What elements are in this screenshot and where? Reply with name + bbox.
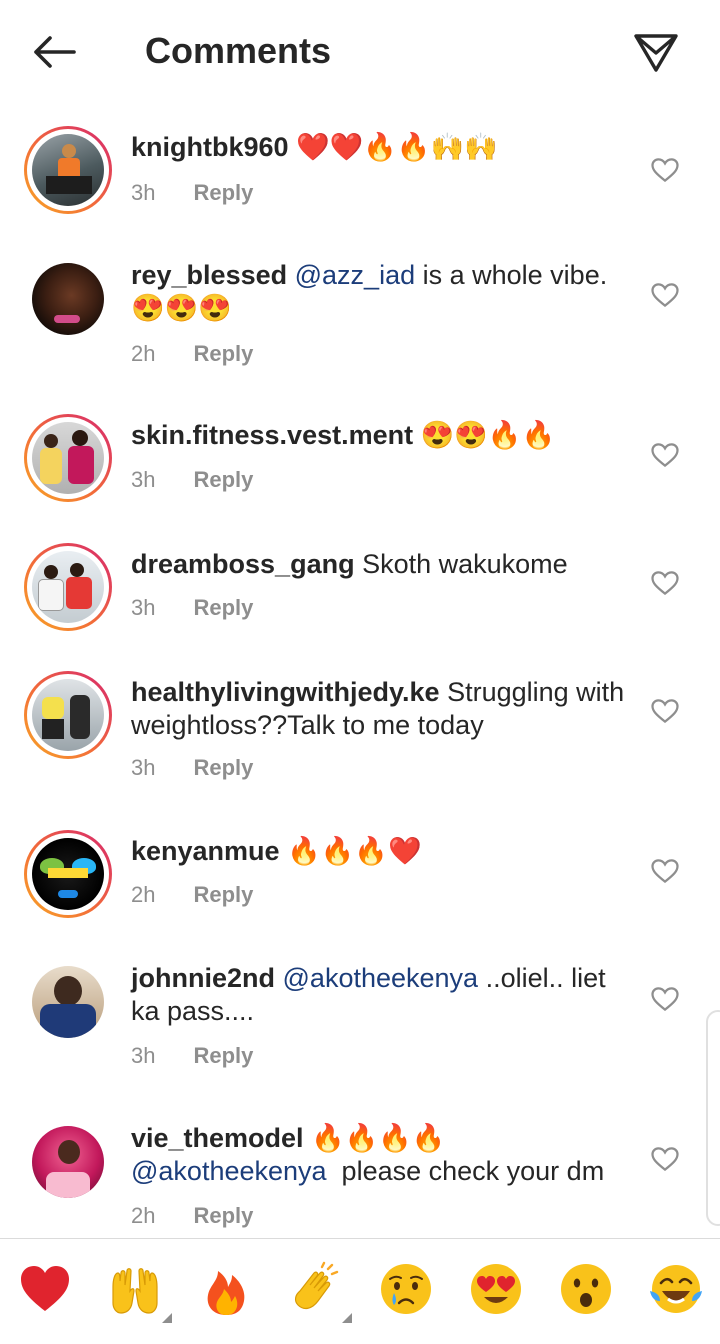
edge-panel-handle[interactable] [706, 1010, 720, 1226]
tears-of-joy-emoji-icon[interactable] [648, 1261, 704, 1317]
comment-time: 3h [131, 467, 156, 492]
comment-time: 2h [131, 341, 156, 366]
comment-emoji: 😍😍😍 [131, 293, 232, 323]
back-arrow-icon[interactable] [26, 28, 82, 76]
quick-reaction-bar [0, 1238, 720, 1344]
heart-icon[interactable] [650, 280, 680, 310]
clapping-hands-emoji-icon[interactable] [288, 1261, 344, 1317]
reply-button[interactable]: Reply [193, 467, 253, 492]
heart-icon[interactable] [650, 440, 680, 470]
page-title: Comments [145, 30, 332, 71]
avatar[interactable] [32, 1126, 104, 1198]
comment-username[interactable]: dreamboss_gang [131, 549, 355, 579]
avatar[interactable] [24, 543, 112, 631]
avatar[interactable] [24, 830, 112, 918]
heart-emoji-icon[interactable] [17, 1261, 73, 1317]
comment-text: kenyanmue 🔥🔥🔥❤️ [131, 835, 631, 868]
comment-meta: 3h Reply [131, 595, 253, 621]
comment-body: is a whole vibe. [415, 260, 608, 290]
comment-time: 3h [131, 595, 156, 620]
comment-text: rey_blessed @azz_iad is a whole vibe. 😍😍… [131, 259, 631, 325]
avatar[interactable] [32, 263, 104, 335]
top-bar: Comments [0, 0, 720, 104]
comment-meta: 3h Reply [131, 180, 253, 206]
crying-face-emoji-icon[interactable] [378, 1261, 434, 1317]
comment-emoji: ❤️❤️🔥🔥🙌🙌 [296, 132, 498, 162]
comment-body: please check your dm [326, 1156, 605, 1186]
comment-meta: 3h Reply [131, 755, 253, 781]
reply-button[interactable]: Reply [193, 341, 253, 366]
comment-username[interactable]: knightbk960 [131, 132, 289, 162]
comment-username[interactable]: kenyanmue [131, 836, 280, 866]
heart-icon[interactable] [650, 155, 680, 185]
comment-meta: 3h Reply [131, 1043, 253, 1069]
comment-meta: 2h Reply [131, 882, 253, 908]
comment-username[interactable]: healthylivingwithjedy.ke [131, 677, 440, 707]
comment-emoji: 🔥🔥🔥🔥 [311, 1123, 446, 1153]
comment-text: johnnie2nd @akotheekenya ..oliel.. liet … [131, 962, 631, 1028]
comment-username[interactable]: vie_themodel [131, 1123, 304, 1153]
heart-icon[interactable] [650, 568, 680, 598]
reply-button[interactable]: Reply [193, 595, 253, 620]
variant-indicator-icon [162, 1313, 172, 1323]
heart-eyes-emoji-icon[interactable] [468, 1261, 524, 1317]
comment-text: dreamboss_gang Skoth wakukome [131, 548, 631, 581]
comment-meta: 2h Reply [131, 341, 253, 367]
avatar[interactable] [24, 414, 112, 502]
avatar[interactable] [32, 966, 104, 1038]
comment-username[interactable]: rey_blessed [131, 260, 287, 290]
fire-emoji-icon[interactable] [198, 1261, 254, 1317]
reply-button[interactable]: Reply [193, 882, 253, 907]
mention-link[interactable]: @akotheekenya [283, 963, 479, 993]
heart-icon[interactable] [650, 856, 680, 886]
heart-icon[interactable] [650, 984, 680, 1014]
comment-time: 3h [131, 180, 156, 205]
comment-username[interactable]: skin.fitness.vest.ment [131, 420, 413, 450]
comment-meta: 2h Reply [131, 1203, 253, 1229]
comment-username[interactable]: johnnie2nd [131, 963, 275, 993]
comment-emoji: 😍😍🔥🔥 [420, 420, 556, 450]
variant-indicator-icon [342, 1313, 352, 1323]
mention-link[interactable]: @akotheekenya [131, 1156, 327, 1186]
comment-text: skin.fitness.vest.ment 😍😍🔥🔥 [131, 419, 631, 452]
reply-button[interactable]: Reply [193, 1203, 253, 1228]
heart-icon[interactable] [650, 696, 680, 726]
comment-time: 2h [131, 882, 156, 907]
comment-meta: 3h Reply [131, 467, 253, 493]
astonished-face-emoji-icon[interactable] [558, 1261, 614, 1317]
comment-emoji: 🔥🔥🔥❤️ [287, 836, 422, 866]
comment-text: vie_themodel 🔥🔥🔥🔥 @akotheekenya please c… [131, 1122, 631, 1188]
comment-text: knightbk960 ❤️❤️🔥🔥🙌🙌 [131, 131, 631, 164]
raising-hands-emoji-icon[interactable] [107, 1261, 163, 1317]
comment-time: 2h [131, 1203, 156, 1228]
reply-button[interactable]: Reply [193, 755, 253, 780]
reply-button[interactable]: Reply [193, 1043, 253, 1068]
reply-button[interactable]: Reply [193, 180, 253, 205]
avatar[interactable] [24, 126, 112, 214]
comment-body: Skoth wakukome [354, 549, 568, 579]
heart-icon[interactable] [650, 1144, 680, 1174]
comment-text: healthylivingwithjedy.ke Struggling with… [131, 676, 631, 742]
direct-share-icon[interactable] [628, 26, 684, 78]
comment-time: 3h [131, 755, 156, 780]
comment-time: 3h [131, 1043, 156, 1068]
mention-link[interactable]: @azz_iad [295, 260, 415, 290]
avatar[interactable] [24, 671, 112, 759]
